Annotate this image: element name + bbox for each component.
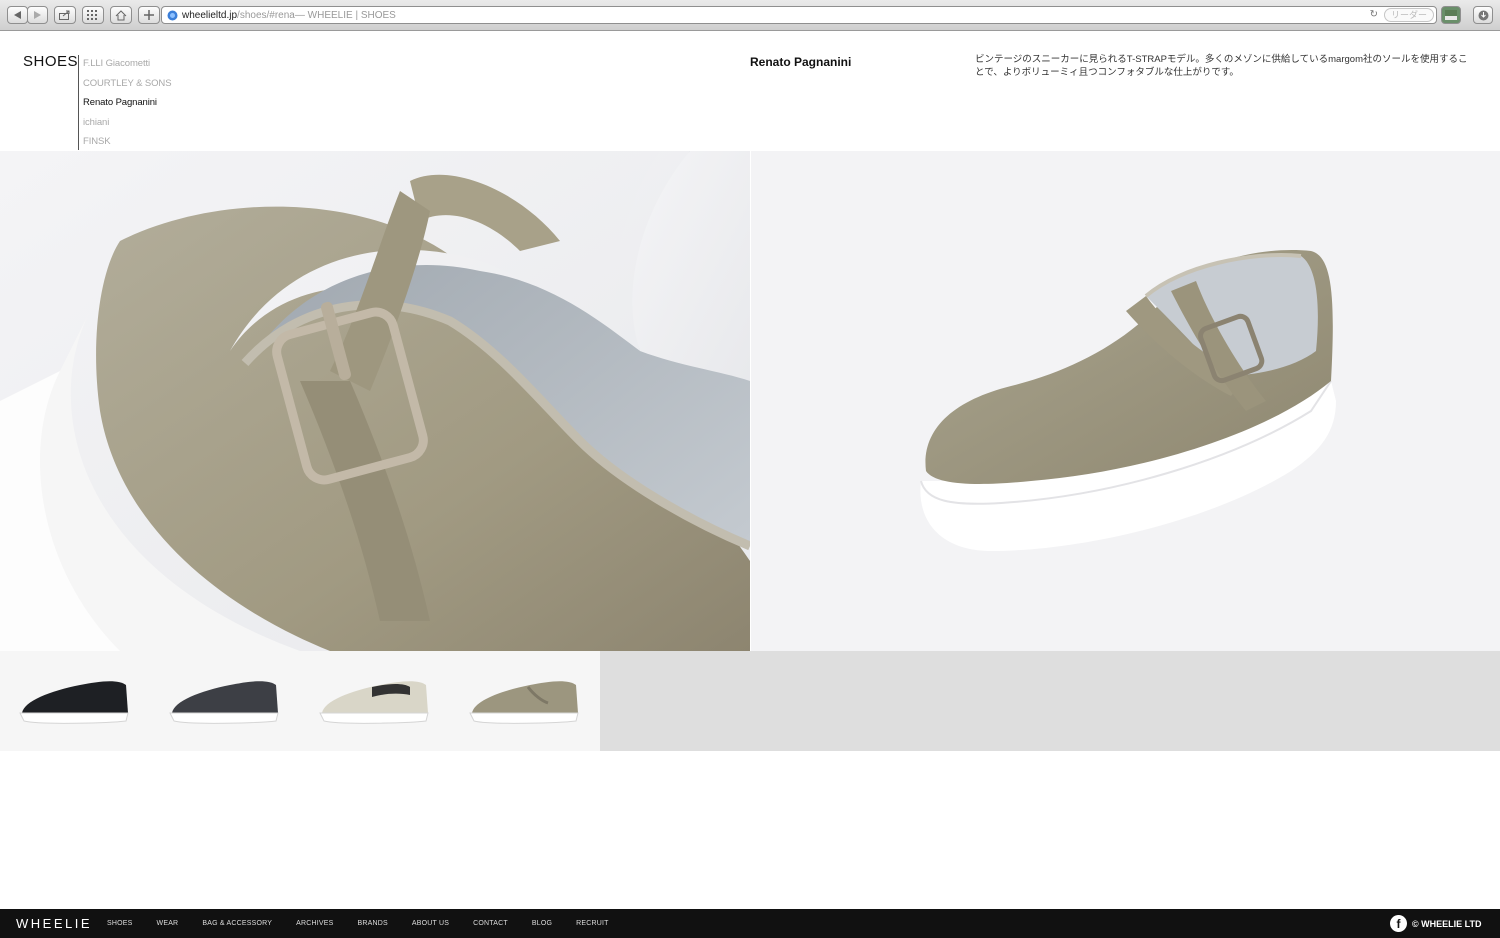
top-sites-button[interactable] [82, 6, 104, 24]
copyright: © WHEELIE LTD [1412, 919, 1482, 929]
footer-nav-bag-accessory[interactable]: BAG & ACCESSORY [202, 920, 272, 927]
back-button[interactable] [7, 6, 28, 24]
page-title-in-url: — WHEELIE | SHOES [294, 9, 396, 21]
back-arrow-icon [13, 11, 21, 19]
thumbnail-woven-slip-on[interactable] [150, 651, 300, 751]
footer-nav-blog[interactable]: BLOG [532, 920, 552, 927]
extension-button[interactable] [1441, 6, 1461, 24]
url-host: wheelieltd.jp [182, 9, 238, 21]
browser-toolbar: wheelieltd.jp/shoes/#rena — WHEELIE | SH… [0, 0, 1500, 31]
thumbnail-black-slip-on[interactable] [0, 651, 150, 751]
forward-button[interactable] [27, 6, 48, 24]
home-icon [115, 9, 127, 20]
reader-button[interactable]: リーダー [1383, 8, 1434, 22]
url-path: /shoes/#rena [237, 9, 295, 21]
brand-link-ichiani[interactable]: ichiani [83, 116, 171, 136]
product-description: ビンテージのスニーカーに見られるT-STRAPモデル。多くのメゾンに供給している… [975, 54, 1468, 78]
globe-icon [167, 10, 178, 20]
footer-nav-contact[interactable]: CONTACT [473, 920, 508, 927]
reload-icon[interactable]: ↻ [1370, 9, 1378, 20]
plus-icon [144, 10, 154, 20]
brand-nav: F.LLI Giacometti COURTLEY & SONS Renato … [83, 57, 172, 155]
footer-nav-recruit[interactable]: RECRUIT [576, 920, 609, 927]
share-button[interactable] [54, 6, 76, 24]
footer-nav-brands[interactable]: BRANDS [358, 920, 388, 927]
downloads-button[interactable] [1473, 6, 1493, 24]
footer-nav-wear[interactable]: WEAR [157, 920, 179, 927]
shoe-closeup-illustration [0, 151, 750, 651]
address-bar[interactable]: wheelieltd.jp/shoes/#rena — WHEELIE | SH… [161, 6, 1437, 24]
footer-nav-shoes[interactable]: SHOES [107, 920, 133, 927]
brand-link-flli-giacometti[interactable]: F.LLI Giacometti [83, 57, 171, 77]
product-image-full[interactable] [751, 151, 1500, 651]
download-icon [1478, 10, 1488, 20]
product-name: Renato Pagnanini [750, 55, 852, 69]
footer-logo[interactable]: WHEELIE [16, 916, 92, 931]
facebook-icon[interactable]: f [1390, 915, 1407, 932]
shoe-thumbnail-image [319, 681, 429, 724]
brand-divider [78, 55, 79, 150]
shoe-thumbnail-image [19, 681, 129, 724]
grid-icon [87, 10, 97, 20]
section-title: SHOES [23, 53, 79, 70]
footer-nav-about-us[interactable]: ABOUT US [412, 920, 449, 927]
brand-link-renato-pagnanini[interactable]: Renato Pagnanini [83, 96, 171, 116]
home-button[interactable] [110, 6, 132, 24]
thumbnail-strip [0, 651, 1500, 751]
footer-nav-archives[interactable]: ARCHIVES [296, 920, 333, 927]
site-footer: WHEELIE SHOES WEAR BAG & ACCESSORY ARCHI… [0, 909, 1500, 938]
shoe-full-illustration [751, 151, 1500, 651]
shoe-thumbnail-image [169, 681, 279, 724]
thumbnail-t-strap[interactable] [450, 651, 600, 751]
forward-arrow-icon [33, 11, 41, 19]
thumbnail-mesh-slip-on[interactable] [300, 651, 450, 751]
new-tab-button[interactable] [138, 6, 160, 24]
brand-link-courtley-sons[interactable]: COURTLEY & SONS [83, 77, 172, 97]
image-icon [1445, 10, 1457, 20]
share-icon [59, 10, 70, 20]
footer-nav: SHOES WEAR BAG & ACCESSORY ARCHIVES BRAN… [107, 909, 633, 938]
shoe-thumbnail-image [469, 681, 579, 724]
product-image-closeup[interactable] [0, 151, 750, 651]
